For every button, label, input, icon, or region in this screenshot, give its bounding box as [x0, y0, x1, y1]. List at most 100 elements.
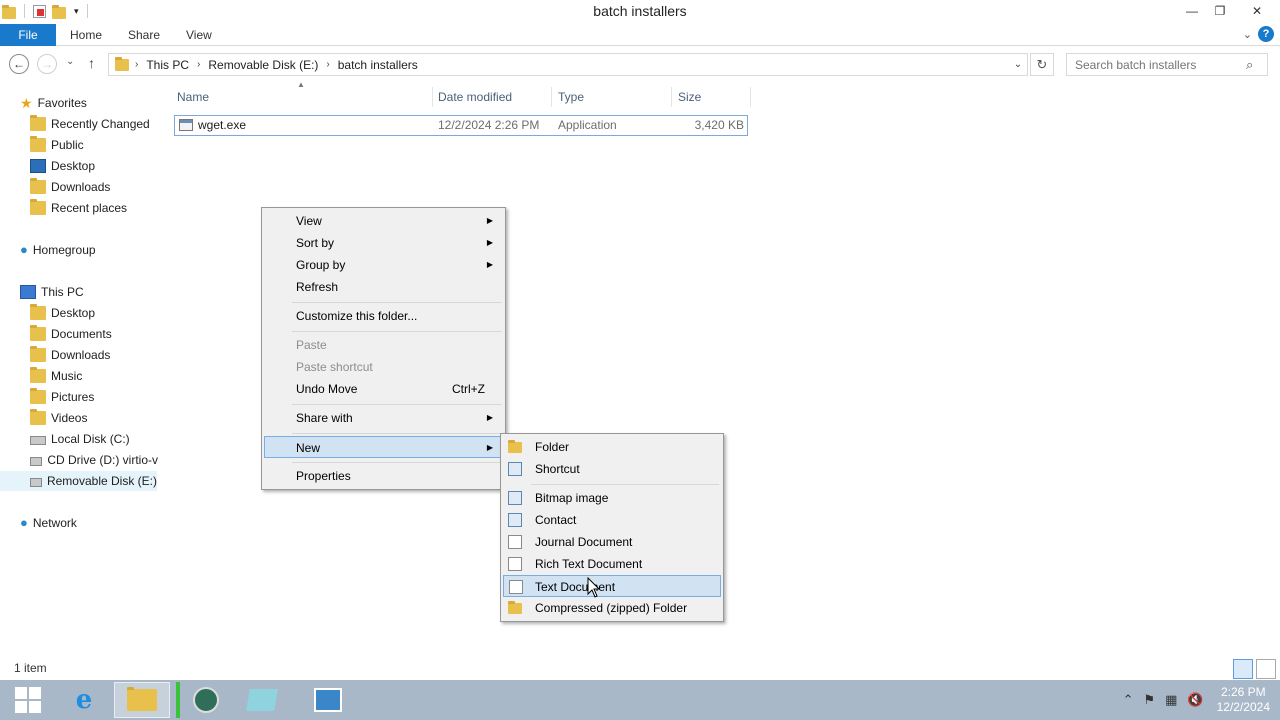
- nav-fav-downloads[interactable]: Downloads: [30, 177, 110, 197]
- menu-item-share-with[interactable]: Share with ▶: [264, 407, 503, 429]
- close-button[interactable]: ✕: [1234, 0, 1280, 22]
- column-name[interactable]: Name: [177, 87, 209, 107]
- shortcut-icon: [508, 462, 522, 476]
- tab-home[interactable]: Home: [56, 24, 116, 46]
- menu-item-new[interactable]: New ▶: [264, 436, 503, 458]
- expand-ribbon-icon[interactable]: ⌄: [1243, 28, 1252, 41]
- nav-recent-places[interactable]: Recent places: [30, 198, 127, 218]
- taskbar-file-explorer[interactable]: [114, 682, 170, 718]
- column-separator[interactable]: [750, 87, 751, 107]
- column-type[interactable]: Type: [558, 87, 584, 107]
- menu-item-paste[interactable]: Paste: [264, 334, 503, 356]
- action-center-flag-icon[interactable]: ⚑: [1143, 692, 1155, 708]
- show-hidden-icons-button[interactable]: ⌃: [1123, 692, 1134, 708]
- nav-desktop[interactable]: Desktop: [30, 303, 95, 323]
- taskbar-server-manager[interactable]: [300, 682, 356, 718]
- breadcrumb-separator-icon[interactable]: ›: [322, 59, 333, 70]
- tab-view[interactable]: View: [172, 24, 226, 46]
- nav-fav-desktop[interactable]: Desktop: [30, 156, 95, 176]
- refresh-button[interactable]: ↻: [1030, 53, 1054, 76]
- details-view-button[interactable]: [1233, 659, 1253, 679]
- nav-downloads[interactable]: Downloads: [30, 345, 110, 365]
- breadcrumb-separator-icon[interactable]: ›: [193, 59, 204, 70]
- file-type: Application: [558, 118, 617, 132]
- back-button[interactable]: ←: [9, 54, 29, 74]
- nav-this-pc[interactable]: This PC: [20, 282, 84, 302]
- column-separator[interactable]: [551, 87, 552, 107]
- column-separator[interactable]: [671, 87, 672, 107]
- clock[interactable]: 2:26 PM 12/2/2024: [1217, 685, 1270, 715]
- tab-file[interactable]: File: [0, 24, 56, 46]
- menu-item-properties[interactable]: Properties: [264, 465, 503, 487]
- nav-music[interactable]: Music: [30, 366, 82, 386]
- menu-item-refresh[interactable]: Refresh: [264, 276, 503, 298]
- window-controls: — ❐ ✕: [1178, 0, 1280, 22]
- breadcrumb-batch-installers[interactable]: batch installers: [334, 58, 422, 72]
- rich-text-icon: [508, 557, 522, 571]
- new-zip-folder-item[interactable]: Compressed (zipped) Folder: [503, 597, 721, 619]
- menu-item-customize-folder[interactable]: Customize this folder...: [264, 305, 503, 327]
- recently-changed-icon: [30, 115, 46, 131]
- large-icons-view-button[interactable]: [1256, 659, 1276, 679]
- new-rich-text-item[interactable]: Rich Text Document: [503, 553, 721, 575]
- address-dropdown-icon[interactable]: ⌄: [1009, 54, 1027, 75]
- new-bitmap-item[interactable]: Bitmap image: [503, 487, 721, 509]
- address-bar[interactable]: › This PC › Removable Disk (E:) › batch …: [108, 53, 1028, 76]
- ribbon-tabs: File Home Share View ⌄ ?: [0, 24, 1280, 46]
- nav-removable-disk[interactable]: Removable Disk (E:): [0, 471, 157, 491]
- search-icon[interactable]: ⌕: [1246, 57, 1253, 73]
- nav-local-disk[interactable]: Local Disk (C:): [30, 429, 130, 449]
- nav-homegroup[interactable]: ● Homegroup: [20, 240, 96, 260]
- network-icon: ●: [20, 515, 28, 530]
- menu-item-group-by[interactable]: Group by ▶: [264, 254, 503, 276]
- recent-locations-button[interactable]: ⌄: [66, 56, 74, 67]
- nav-videos[interactable]: Videos: [30, 408, 87, 428]
- file-explorer-icon: [127, 687, 157, 711]
- menu-item-view[interactable]: View ▶: [264, 210, 503, 232]
- breadcrumb-removable-disk[interactable]: Removable Disk (E:): [204, 58, 322, 72]
- zip-folder-icon: [508, 601, 522, 614]
- menu-item-paste-shortcut[interactable]: Paste shortcut: [264, 356, 503, 378]
- help-icon[interactable]: ?: [1258, 26, 1274, 42]
- menu-item-undo-move[interactable]: Undo Move Ctrl+Z: [264, 378, 503, 400]
- taskbar-network-app[interactable]: [176, 682, 232, 718]
- nav-recently-changed[interactable]: Recently Changed: [30, 114, 150, 134]
- tab-share[interactable]: Share: [114, 24, 174, 46]
- sort-ascending-icon: ▲: [297, 80, 305, 89]
- up-button[interactable]: ↑: [88, 55, 95, 71]
- new-journal-item[interactable]: Journal Document: [503, 531, 721, 553]
- pictures-icon: [30, 388, 46, 404]
- nav-cd-drive[interactable]: CD Drive (D:) virtio-v: [30, 450, 158, 470]
- new-contact-item[interactable]: Contact: [503, 509, 721, 531]
- app-window-icon: [246, 689, 278, 711]
- taskbar-internet-explorer[interactable]: e: [56, 682, 112, 718]
- system-tray: ⌃ ⚑ ▦ 🔇 2:26 PM 12/2/2024: [1118, 680, 1280, 720]
- maximize-button[interactable]: ❐: [1206, 0, 1234, 22]
- new-shortcut-item[interactable]: Shortcut: [503, 458, 721, 480]
- search-input[interactable]: [1066, 53, 1268, 76]
- column-separator[interactable]: [432, 87, 433, 107]
- network-status-icon[interactable]: ▦: [1165, 692, 1177, 708]
- forward-button[interactable]: →: [37, 54, 57, 74]
- volume-muted-icon[interactable]: 🔇: [1187, 692, 1203, 708]
- start-button[interactable]: [0, 682, 56, 718]
- clock-date: 12/2/2024: [1216, 700, 1270, 714]
- nav-favorites[interactable]: ★ Favorites: [20, 93, 87, 113]
- column-date-modified[interactable]: Date modified: [438, 87, 512, 107]
- breadcrumb-separator-icon[interactable]: ›: [131, 59, 142, 70]
- nav-network[interactable]: ● Network: [20, 513, 77, 533]
- taskbar-powershell[interactable]: [234, 682, 290, 718]
- new-folder-item[interactable]: Folder: [503, 436, 721, 458]
- column-size[interactable]: Size: [678, 87, 701, 107]
- breadcrumb-this-pc[interactable]: This PC: [142, 58, 193, 72]
- desktop-icon: [30, 159, 46, 173]
- menu-separator: [292, 404, 502, 405]
- nav-public[interactable]: Public: [30, 135, 84, 155]
- text-document-icon: [509, 580, 523, 594]
- new-text-document-item[interactable]: Text Document: [503, 575, 721, 597]
- menu-item-sort-by[interactable]: Sort by ▶: [264, 232, 503, 254]
- nav-pictures[interactable]: Pictures: [30, 387, 94, 407]
- minimize-button[interactable]: —: [1178, 0, 1206, 22]
- file-row[interactable]: wget.exe 12/2/2024 2:26 PM Application 3…: [174, 115, 748, 136]
- nav-documents[interactable]: Documents: [30, 324, 112, 344]
